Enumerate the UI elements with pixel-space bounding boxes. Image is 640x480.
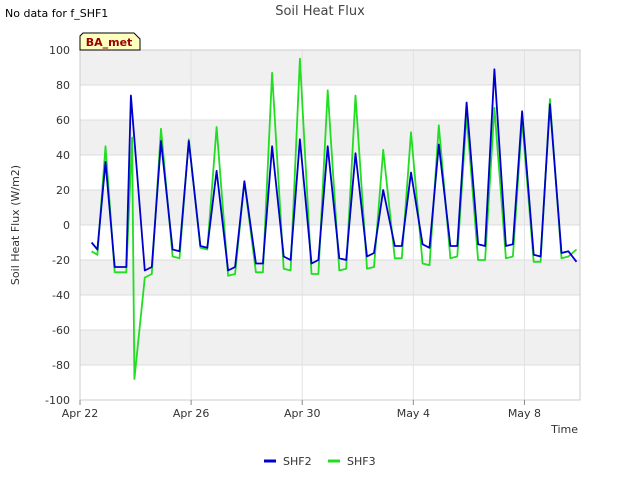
y-tick-label: -80	[52, 359, 70, 372]
x-tick-label: Apr 22	[62, 407, 99, 420]
y-tick-label: 60	[56, 114, 70, 127]
y-tick-label: 80	[56, 79, 70, 92]
x-axis-label: Time	[550, 423, 578, 436]
grid-band	[80, 50, 580, 85]
x-tick-label: Apr 30	[284, 407, 321, 420]
y-tick-label: -40	[52, 289, 70, 302]
y-tick-label: -100	[45, 394, 70, 407]
x-tick-label: May 4	[397, 407, 430, 420]
y-tick-label: 40	[56, 149, 70, 162]
legend-label-shf3: SHF3	[347, 455, 376, 468]
y-tick-label: 0	[63, 219, 70, 232]
y-tick-label: 20	[56, 184, 70, 197]
legend-label-shf2: SHF2	[283, 455, 312, 468]
y-tick-label: 100	[49, 44, 70, 57]
soil-heat-flux-chart: -100 -80 -60 -40 -20 0 20 40 60 80 100 Apr 22 Apr 26…	[9, 4, 581, 468]
ba-met-badge: BA_met	[79, 32, 141, 51]
grid-band	[80, 260, 580, 295]
grid-band	[80, 330, 580, 365]
chart-title: Soil Heat Flux	[275, 4, 365, 19]
y-axis-label: Soil Heat Flux (W/m2)	[9, 165, 22, 285]
y-tick-label: -60	[52, 324, 70, 337]
x-tick-label: May 8	[508, 407, 541, 420]
badge-label: BA_met	[86, 36, 133, 49]
x-tick-label: Apr 26	[173, 407, 210, 420]
y-tick-label: -20	[52, 254, 70, 267]
